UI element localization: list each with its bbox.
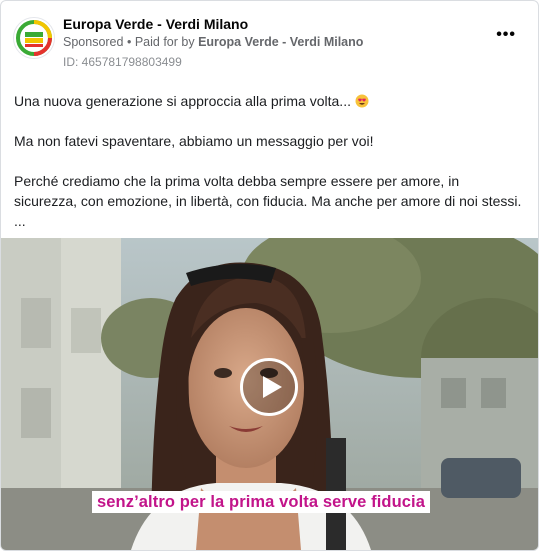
post-header: Europa Verde - Verdi Milano Sponsored • … <box>13 13 526 71</box>
more-options-icon[interactable]: ••• <box>496 27 516 43</box>
post-line-1: Una nuova generazione si approccia alla … <box>14 93 351 109</box>
ad-card: Europa Verde - Verdi Milano Sponsored • … <box>0 0 539 551</box>
ad-id: ID: 465781798803499 <box>63 55 182 69</box>
separator: • <box>126 35 132 49</box>
post-line-2: Ma non fatevi spaventare, abbiamo un mes… <box>14 133 374 149</box>
see-more-ellipsis[interactable]: ... <box>14 211 526 231</box>
paid-for-prefix: Paid for by <box>134 35 195 49</box>
sponsored-line: Sponsored • Paid for by Europa Verde - V… <box>63 35 363 49</box>
europa-verde-logo <box>14 18 54 58</box>
video-player[interactable]: senz’altro per la prima volta serve fidu… <box>1 238 538 550</box>
sponsored-label: Sponsored <box>63 35 124 49</box>
post-text: Una nuova generazione si approccia alla … <box>14 91 526 231</box>
smiling-face-heart-eyes-icon <box>355 93 369 109</box>
play-button[interactable] <box>240 358 298 416</box>
post-line-3: Perché crediamo che la prima volta debba… <box>14 173 522 209</box>
video-caption: senz’altro per la prima volta serve fidu… <box>92 491 431 513</box>
paid-for-by-name: Europa Verde - Verdi Milano <box>198 35 364 49</box>
page-avatar[interactable] <box>13 17 55 59</box>
play-icon <box>263 376 282 398</box>
page-name[interactable]: Europa Verde - Verdi Milano <box>63 16 248 32</box>
